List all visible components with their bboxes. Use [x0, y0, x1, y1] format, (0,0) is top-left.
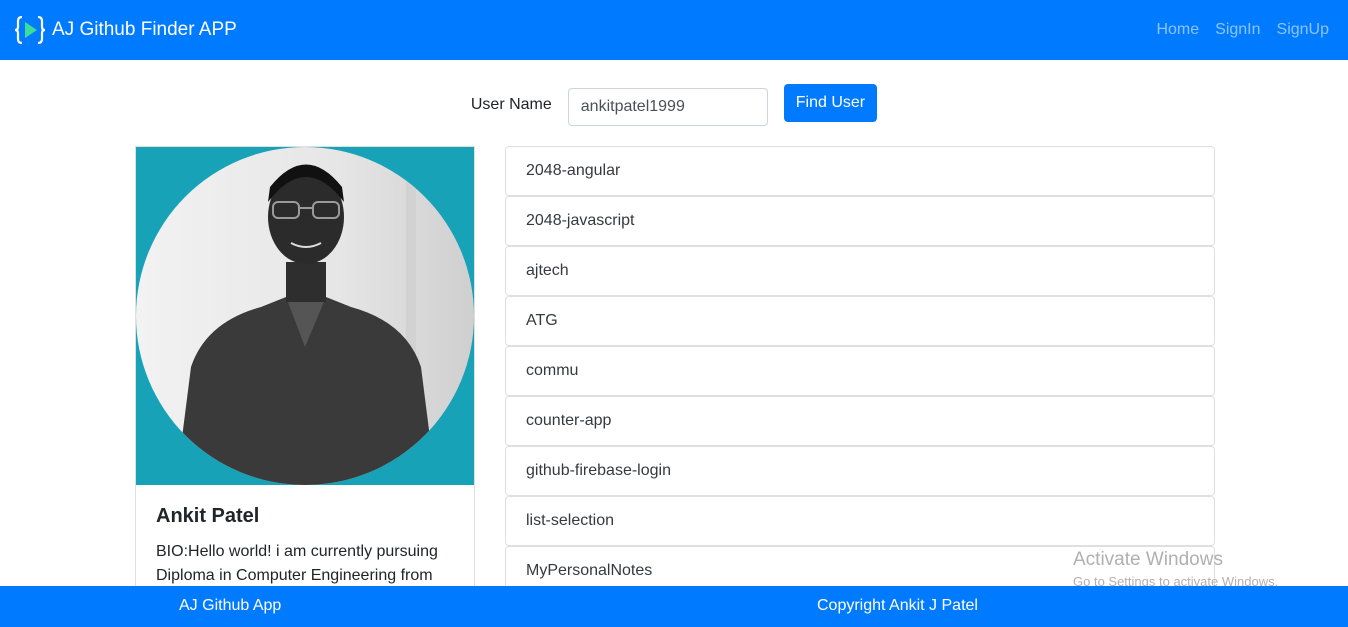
repo-item[interactable]: 2048-angular — [505, 146, 1215, 196]
nav-links: Home SignIn SignUp — [1140, 21, 1329, 39]
profile-image — [136, 147, 474, 485]
footer-copyright: Copyright Ankit J Patel — [817, 597, 978, 614]
footer: AJ Github App Copyright Ankit J Patel — [0, 586, 1348, 627]
profile-name: Ankit Patel — [156, 505, 260, 527]
repo-item[interactable]: ajtech — [505, 246, 1215, 296]
profile-bio: BIO:Hello world! i am currently pursuing… — [156, 543, 438, 584]
repo-item[interactable]: ATG — [505, 296, 1215, 346]
navbar: AJ Github Finder APP Home SignIn SignUp — [0, 0, 1348, 60]
activate-windows-watermark: Activate Windows Go to Settings to activ… — [1073, 549, 1278, 589]
nav-signin-link[interactable]: SignIn — [1215, 21, 1260, 39]
search-form: User Name Find User — [0, 84, 1348, 126]
repo-list: 2048-angular 2048-javascript ajtech ATG … — [505, 146, 1215, 596]
code-brackets-play-icon — [14, 15, 46, 45]
repo-item[interactable]: github-firebase-login — [505, 446, 1215, 496]
profile-card: Ankit Patel BIO:Hello world! i am curren… — [135, 146, 475, 606]
brand-title: AJ Github Finder APP — [52, 19, 237, 40]
brand[interactable]: AJ Github Finder APP — [14, 14, 237, 46]
nav-home-link[interactable]: Home — [1156, 21, 1199, 39]
nav-signup-link[interactable]: SignUp — [1277, 21, 1329, 39]
username-input[interactable] — [567, 88, 768, 126]
repo-item[interactable]: counter-app — [505, 396, 1215, 446]
avatar — [136, 147, 474, 485]
footer-app-name: AJ Github App — [179, 597, 282, 614]
username-label: User Name — [470, 96, 552, 113]
watermark-title: Activate Windows — [1073, 549, 1223, 570]
repo-item[interactable]: list-selection — [505, 496, 1215, 546]
repo-item[interactable]: 2048-javascript — [505, 196, 1215, 246]
repo-item[interactable]: commu — [505, 346, 1215, 396]
find-user-button[interactable]: Find User — [783, 84, 878, 122]
